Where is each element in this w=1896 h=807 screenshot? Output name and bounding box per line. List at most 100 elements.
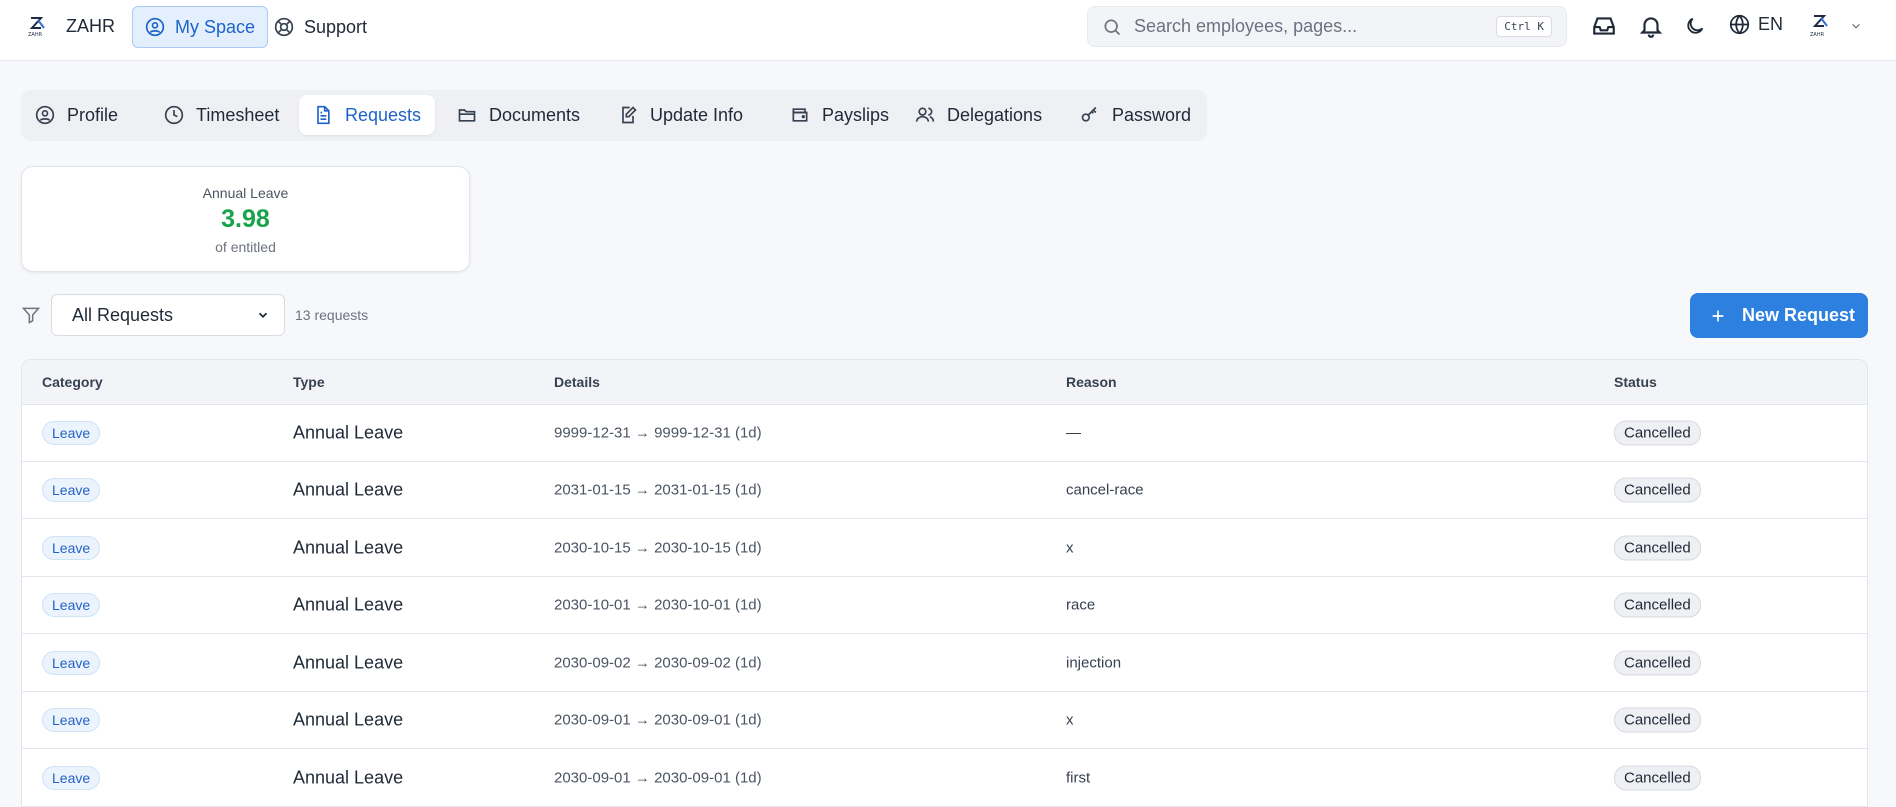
table-row[interactable]: Leave Annual Leave 2030-09-02 → 2030-09-…	[22, 635, 1867, 692]
wallet-icon	[792, 108, 808, 122]
table-header: Category Type Details Reason Status	[22, 360, 1867, 405]
nav-my-space[interactable]: My Space	[132, 6, 269, 48]
request-type: Annual Leave	[293, 709, 404, 730]
tab-timesheet[interactable]: Timesheet	[150, 95, 293, 135]
table-row[interactable]: Leave Annual Leave 2030-09-01 → 2030-09-…	[22, 692, 1867, 749]
category-badge: Leave	[42, 421, 101, 445]
status-badge: Cancelled	[1614, 707, 1701, 733]
annual-leave-card: Annual Leave 3.98 of entitled	[21, 166, 470, 272]
user-circle-icon	[145, 17, 165, 37]
brand-name: ZAHR	[66, 15, 115, 36]
request-details: 2030-09-01 → 2030-09-01 (1d)	[554, 769, 762, 787]
avatar-logo-icon: ZAHR	[1810, 15, 1828, 38]
tab-profile-label: Profile	[67, 104, 119, 125]
chevron-down-icon	[1852, 23, 1860, 29]
request-type: Annual Leave	[293, 422, 404, 443]
tab-documents-label: Documents	[489, 104, 581, 125]
request-details: 2030-09-01 → 2030-09-01 (1d)	[554, 711, 762, 729]
tab-update-info[interactable]: Update Info	[604, 95, 757, 135]
status-badge: Cancelled	[1614, 535, 1701, 561]
user-menu[interactable]: ZAHR	[1805, 12, 1863, 40]
requests-table: Category Type Details Reason Status Leav…	[21, 359, 1868, 807]
nav-support[interactable]: Support	[262, 6, 379, 48]
request-details: 2030-09-02 → 2030-09-02 (1d)	[554, 654, 762, 672]
request-details: 9999-12-31 → 9999-12-31 (1d)	[554, 424, 762, 442]
leave-card-title: Annual Leave	[202, 185, 289, 201]
search-input[interactable]	[1134, 16, 1484, 37]
tab-profile[interactable]: Profile	[21, 95, 132, 135]
top-bar: ZAHR ZAHR My Space Support Ctrl K EN ZAH…	[0, 0, 1896, 61]
logo-text: ZAHR	[28, 32, 43, 38]
tab-delegations[interactable]: Delegations	[901, 95, 1056, 135]
category-badge: Leave	[42, 766, 101, 790]
key-icon	[1081, 106, 1097, 122]
globe-icon	[1729, 14, 1750, 35]
status-badge: Cancelled	[1614, 420, 1701, 446]
users-icon	[915, 107, 935, 122]
language-label: EN	[1758, 14, 1784, 34]
tab-requests[interactable]: Requests	[299, 95, 436, 135]
new-request-label: New Request	[1742, 305, 1856, 325]
lifebuoy-icon	[274, 17, 294, 37]
request-reason: x	[1066, 711, 1074, 729]
nav-my-space-label: My Space	[175, 16, 256, 37]
category-badge: Leave	[42, 478, 101, 502]
table-row[interactable]: Leave Annual Leave 2030-09-01 → 2030-09-…	[22, 750, 1867, 807]
column-header-category: Category	[42, 374, 103, 390]
search-icon	[1104, 19, 1121, 35]
tab-payslips[interactable]: Payslips	[776, 95, 903, 135]
request-type: Annual Leave	[293, 767, 404, 788]
request-filter-select[interactable]: All Requests	[51, 294, 285, 336]
request-details: 2030-10-15 → 2030-10-15 (1d)	[554, 539, 762, 557]
tab-timesheet-label: Timesheet	[196, 104, 280, 125]
request-details: 2031-01-15 → 2031-01-15 (1d)	[554, 481, 762, 499]
leave-balance-value: 3.98	[221, 205, 270, 233]
tab-password[interactable]: Password	[1066, 95, 1205, 135]
request-reason: cancel-race	[1066, 481, 1144, 499]
zahr-logo-icon: ZAHR	[28, 17, 45, 38]
request-type: Annual Leave	[293, 652, 404, 673]
plus-icon	[1712, 310, 1724, 321]
search-shortcut: Ctrl K	[1496, 16, 1552, 37]
table-row[interactable]: Leave Annual Leave 9999-12-31 → 9999-12-…	[22, 405, 1867, 462]
table-row[interactable]: Leave Annual Leave 2030-10-15 → 2030-10-…	[22, 520, 1867, 577]
status-badge: Cancelled	[1614, 765, 1701, 791]
tab-requests-label: Requests	[345, 104, 422, 125]
request-details: 2030-10-01 → 2030-10-01 (1d)	[554, 596, 762, 614]
clock-icon	[164, 105, 184, 125]
request-type: Annual Leave	[293, 479, 404, 500]
request-count: 13 requests	[295, 307, 369, 323]
bell-icon[interactable]	[1638, 13, 1664, 39]
tab-documents[interactable]: Documents	[443, 95, 594, 135]
leave-card-subtitle: of entitled	[215, 239, 276, 255]
tab-update-info-label: Update Info	[650, 104, 744, 125]
table-row[interactable]: Leave Annual Leave 2030-10-01 → 2030-10-…	[22, 577, 1867, 634]
category-badge: Leave	[42, 708, 101, 732]
nav-support-label: Support	[304, 16, 368, 37]
document-icon	[317, 105, 330, 125]
category-badge: Leave	[42, 651, 101, 675]
moon-icon[interactable]	[1684, 15, 1706, 37]
category-badge: Leave	[42, 593, 101, 617]
edit-icon	[622, 106, 637, 124]
chevron-down-icon	[258, 312, 268, 318]
search-box[interactable]: Ctrl K	[1087, 6, 1567, 47]
request-reason: injection	[1066, 654, 1122, 672]
column-header-details: Details	[554, 374, 600, 390]
request-reason: —	[1066, 424, 1081, 442]
status-badge: Cancelled	[1614, 650, 1701, 676]
folder-icon	[458, 109, 476, 122]
new-request-button[interactable]: New Request	[1690, 293, 1868, 338]
column-header-reason: Reason	[1066, 374, 1117, 390]
status-badge: Cancelled	[1614, 592, 1701, 618]
column-header-type: Type	[293, 374, 325, 390]
filter-icon	[21, 307, 41, 324]
brand[interactable]: ZAHR ZAHR	[26, 14, 115, 39]
inbox-icon[interactable]	[1591, 13, 1617, 39]
request-reason: race	[1066, 596, 1096, 614]
language-switcher[interactable]: EN	[1729, 14, 1783, 35]
table-row[interactable]: Leave Annual Leave 2031-01-15 → 2031-01-…	[22, 462, 1867, 519]
user-circle-icon	[35, 105, 55, 125]
request-reason: x	[1066, 539, 1074, 557]
request-type: Annual Leave	[293, 594, 404, 615]
